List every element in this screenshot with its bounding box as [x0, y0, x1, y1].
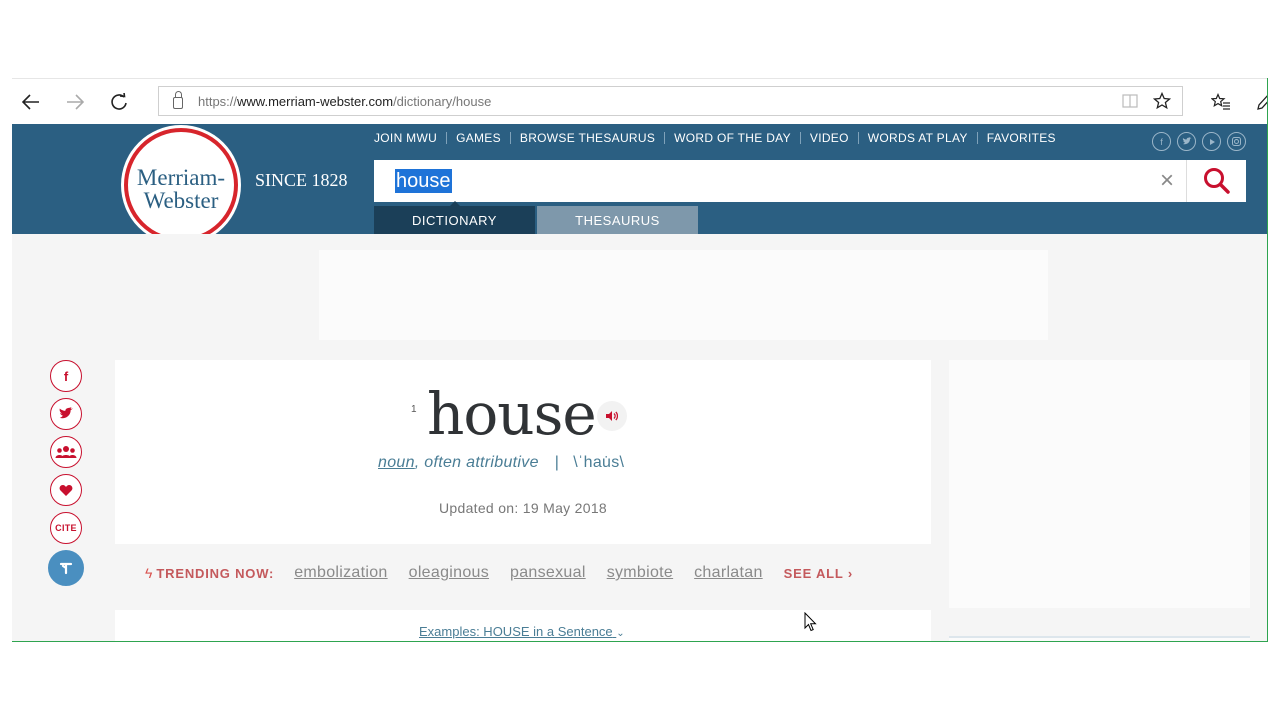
logo-line-1: Merriam-	[136, 165, 226, 190]
speaker-icon	[606, 411, 618, 421]
forward-arrow-icon	[67, 94, 84, 110]
cite-label: CITE	[55, 523, 77, 533]
ad-banner-top	[319, 250, 1048, 340]
chevron-down-icon: ⌄	[616, 628, 625, 639]
reading-view-icon[interactable]	[1116, 87, 1144, 115]
notes-button[interactable]	[1250, 87, 1267, 117]
clear-search-icon[interactable]: ×	[1154, 167, 1180, 195]
homograph-number: 1	[411, 404, 417, 415]
refresh-icon	[111, 93, 127, 110]
youtube-icon[interactable]	[1202, 132, 1221, 151]
search-input[interactable]: house	[395, 169, 452, 193]
facebook-icon[interactable]: f	[1152, 132, 1171, 151]
search-button[interactable]	[1186, 160, 1247, 202]
since-tagline: SINCE 1828	[255, 170, 348, 190]
trending-word[interactable]: embolization	[294, 564, 387, 582]
tab-dictionary[interactable]: DICTIONARY	[374, 201, 535, 234]
examples-label: Examples: HOUSE in a Sentence	[419, 624, 613, 639]
part-of-speech-link[interactable]: noun	[378, 454, 415, 471]
trending-label: TRENDING NOW:	[156, 565, 275, 581]
save-favorite-button[interactable]	[50, 474, 82, 506]
site-header: Merriam- Webster SINCE 1828 JOIN MWU GAM…	[12, 124, 1267, 242]
share-community-button[interactable]	[50, 436, 82, 468]
ad-sidebar-right	[949, 360, 1250, 608]
twitter-icon	[59, 407, 73, 419]
favorite-star-icon[interactable]	[1148, 87, 1176, 115]
people-icon	[55, 446, 77, 458]
share-twitter-button[interactable]	[50, 398, 82, 430]
trending-bar: ϟ TRENDING NOW: embolization oleaginous …	[145, 564, 853, 582]
examples-toggle[interactable]: Examples: HOUSE in a Sentence ⌄	[419, 624, 625, 639]
twitter-icon[interactable]	[1177, 132, 1196, 151]
address-bar[interactable]: https://www.merriam-webster.com/dictiona…	[158, 86, 1183, 116]
nav-word-of-the-day[interactable]: WORD OF THE DAY	[665, 132, 801, 144]
trending-word[interactable]: symbiote	[607, 564, 673, 582]
search-icon	[1204, 168, 1230, 194]
favorites-hub-button[interactable]	[1206, 87, 1236, 117]
nav-join-mwu[interactable]: JOIN MWU	[366, 132, 448, 144]
pronunciation: \ˈhau̇s\	[573, 454, 625, 471]
ad-sidebar-right-2	[949, 636, 1250, 641]
browser-window: https://www.merriam-webster.com/dictiona…	[12, 78, 1268, 642]
cite-button[interactable]: CITE	[50, 512, 82, 544]
merriam-webster-logo[interactable]: Merriam- Webster	[124, 128, 238, 242]
lightning-icon: ϟ	[145, 565, 153, 581]
url-text: https://www.merriam-webster.com/dictiona…	[198, 93, 492, 109]
top-nav: JOIN MWU GAMES BROWSE THESAURUS WORD OF …	[366, 132, 1065, 144]
browser-toolbar: https://www.merriam-webster.com/dictiona…	[12, 78, 1267, 125]
updated-date: Updated on: 19 May 2018	[438, 500, 608, 516]
forward-button[interactable]	[60, 87, 90, 117]
entry-card: 1 house noun, often attributive | \ˈhau̇s\…	[115, 360, 931, 544]
share-facebook-button[interactable]: f	[50, 360, 82, 392]
instagram-icon[interactable]	[1227, 132, 1246, 151]
lock-icon	[173, 91, 183, 109]
back-button[interactable]	[16, 87, 46, 117]
nav-games[interactable]: GAMES	[447, 132, 511, 144]
mouse-cursor-icon	[804, 612, 817, 632]
facebook-icon: f	[63, 368, 69, 384]
pos-separator: |	[554, 454, 560, 471]
trending-word[interactable]: charlatan	[694, 564, 763, 582]
nav-words-at-play[interactable]: WORDS AT PLAY	[859, 132, 978, 144]
social-links: f	[1152, 132, 1246, 151]
tab-thesaurus[interactable]: THESAURUS	[537, 206, 698, 234]
logo-line-2: Webster	[143, 188, 219, 213]
search-bar: house ×	[374, 160, 1246, 202]
nav-video[interactable]: VIDEO	[801, 132, 859, 144]
nav-favorites[interactable]: FAVORITES	[978, 132, 1065, 144]
play-pronunciation-button[interactable]	[597, 401, 627, 431]
part-of-speech-line: noun, often attributive | \ˈhau̇s\	[378, 454, 624, 472]
time-traveler-button[interactable]	[48, 550, 84, 586]
part-of-speech-extra: , often attributive	[414, 454, 539, 471]
time-traveler-icon	[59, 562, 73, 575]
headword: house	[427, 380, 597, 448]
pen-icon	[1257, 95, 1267, 110]
refresh-button[interactable]	[104, 87, 134, 117]
back-arrow-icon	[22, 94, 39, 110]
favorites-list-icon	[1211, 93, 1230, 110]
share-bar: f CITE	[48, 360, 84, 586]
trending-word[interactable]: pansexual	[510, 564, 586, 582]
heart-icon	[59, 484, 73, 496]
page-content: f CITE 1 house noun, often attributive | \…	[12, 234, 1267, 641]
nav-browse-thesaurus[interactable]: BROWSE THESAURUS	[511, 132, 666, 144]
trending-word[interactable]: oleaginous	[409, 564, 489, 582]
see-all-link[interactable]: SEE ALL ›	[784, 566, 853, 581]
